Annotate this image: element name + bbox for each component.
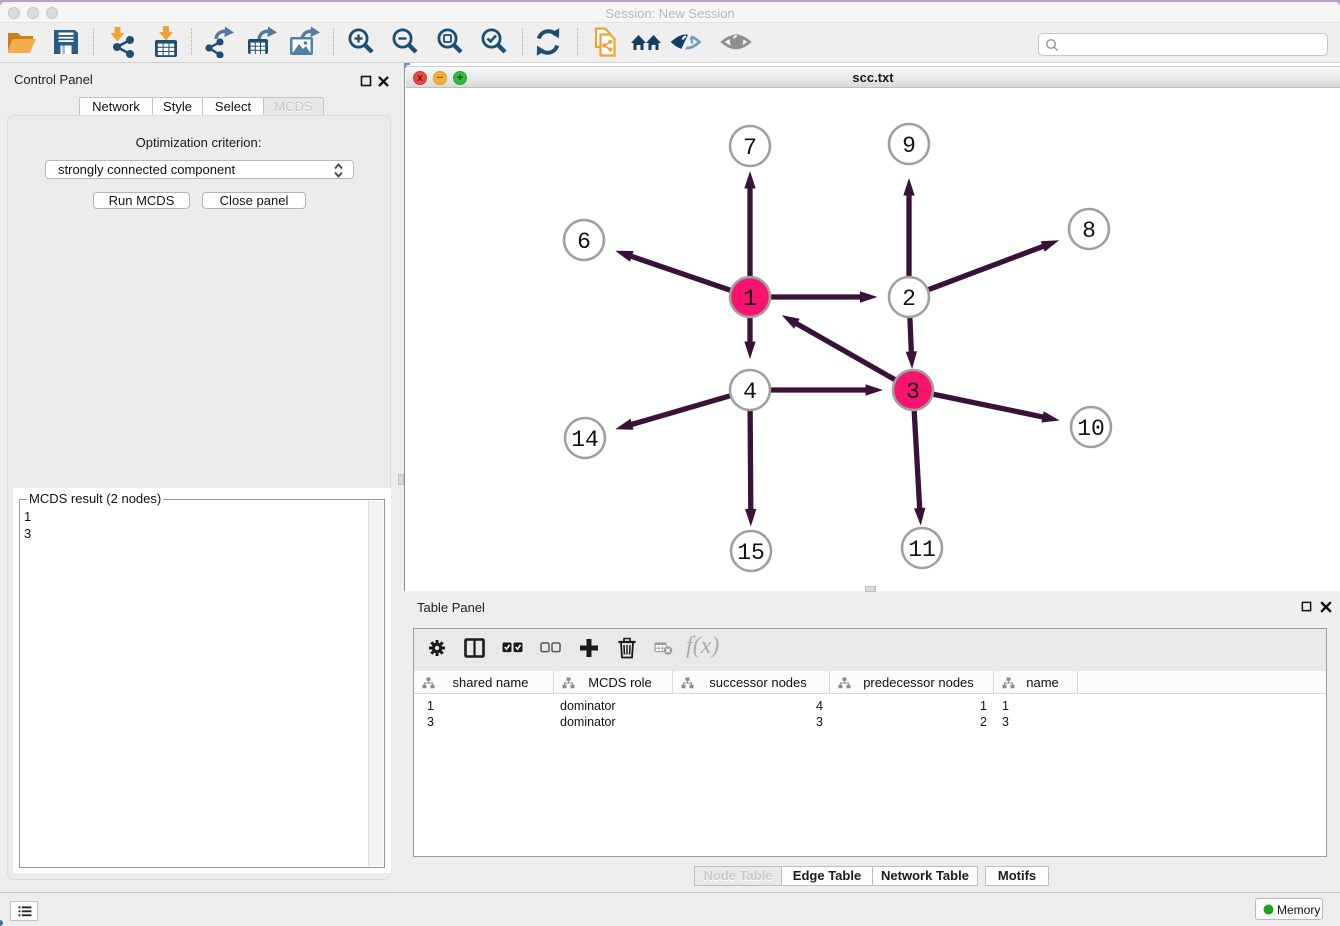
svg-text:8: 8 bbox=[1082, 218, 1096, 244]
svg-text:4: 4 bbox=[743, 379, 757, 405]
svg-text:2: 2 bbox=[902, 286, 916, 312]
svg-text:6: 6 bbox=[577, 229, 591, 255]
svg-text:14: 14 bbox=[571, 427, 599, 453]
svg-text:11: 11 bbox=[908, 537, 936, 563]
svg-text:1: 1 bbox=[743, 286, 757, 312]
svg-text:3: 3 bbox=[906, 379, 920, 405]
svg-text:7: 7 bbox=[743, 135, 757, 161]
svg-text:9: 9 bbox=[902, 133, 916, 159]
svg-text:10: 10 bbox=[1077, 416, 1105, 442]
svg-text:15: 15 bbox=[737, 540, 765, 566]
